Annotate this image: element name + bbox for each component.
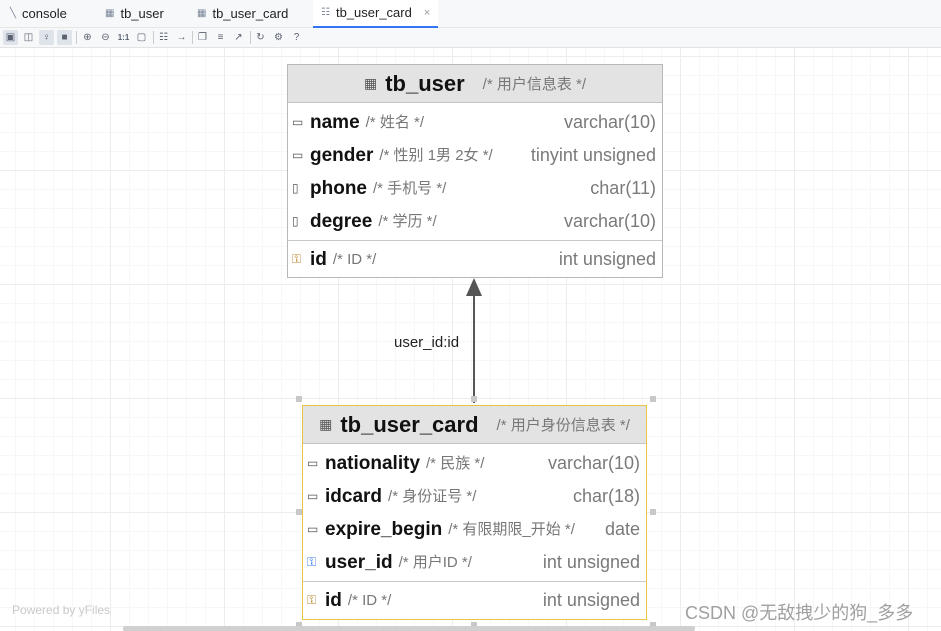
table-comment: /* 用户身份信息表 */ bbox=[496, 417, 630, 434]
column-row[interactable]: ▯ degree /* 学历 */ varchar(10) bbox=[288, 205, 662, 238]
resize-handle[interactable] bbox=[296, 396, 302, 402]
primary-key-icon: ⚿ bbox=[292, 252, 302, 266]
resize-handle[interactable] bbox=[471, 396, 477, 402]
column-name: nationality bbox=[325, 453, 421, 474]
column-name: degree bbox=[310, 211, 373, 232]
yfiles-watermark: Powered by yFiles bbox=[12, 603, 111, 617]
column-type: date bbox=[604, 519, 640, 539]
table-comment: /* 用户信息表 */ bbox=[482, 76, 587, 93]
resize-handle[interactable] bbox=[296, 509, 302, 515]
column-row[interactable]: ⚿ user_id /* 用户ID */ int unsigned bbox=[303, 546, 646, 579]
column-row[interactable]: ▭ nationality /* 民族 */ varchar(10) bbox=[303, 447, 646, 480]
column-type: tinyint unsigned bbox=[530, 145, 656, 165]
column-type: int unsigned bbox=[558, 249, 656, 269]
column-type: varchar(10) bbox=[563, 211, 656, 231]
column-comment: /* 用户ID */ bbox=[398, 554, 472, 571]
key-divider bbox=[303, 581, 646, 582]
column-name: phone bbox=[310, 178, 367, 199]
key-row[interactable]: ⚿ id /* ID */ int unsigned bbox=[303, 584, 646, 617]
column-name: id bbox=[325, 590, 342, 611]
column-type: varchar(10) bbox=[547, 453, 640, 473]
column-comment: /* ID */ bbox=[332, 251, 377, 268]
resize-handle[interactable] bbox=[650, 509, 656, 515]
column-comment: /* 学历 */ bbox=[378, 213, 437, 230]
column-name: id bbox=[310, 249, 327, 270]
column-name: name bbox=[310, 112, 360, 133]
foreign-key-icon: ⚿ bbox=[307, 555, 317, 569]
column-comment: /* 姓名 */ bbox=[365, 114, 424, 131]
entity-tb-user-card[interactable]: ▦ tb_user_card /* 用户身份信息表 */ ▭ nationali… bbox=[302, 405, 647, 620]
relation-label: user_id:id bbox=[394, 334, 460, 351]
column-type: char(11) bbox=[590, 178, 656, 198]
column-icon: ▭ bbox=[292, 115, 304, 129]
primary-key-icon: ⚿ bbox=[307, 593, 317, 607]
column-type: int unsigned bbox=[542, 590, 640, 610]
table-name: tb_user bbox=[385, 70, 465, 96]
column-name: gender bbox=[310, 145, 374, 166]
csdn-credit: CSDN @无敌拽少的狗_多多 bbox=[685, 603, 914, 623]
column-type: varchar(10) bbox=[563, 112, 656, 132]
key-divider bbox=[288, 240, 662, 241]
column-name: user_id bbox=[325, 552, 393, 573]
column-icon: ▭ bbox=[307, 456, 319, 470]
key-row[interactable]: ⚿ id /* ID */ int unsigned bbox=[288, 243, 662, 276]
horizontal-scrollbar[interactable] bbox=[123, 626, 695, 631]
column-comment: /* 民族 */ bbox=[426, 455, 485, 472]
column-comment: /* 性别 1男 2女 */ bbox=[379, 147, 493, 164]
column-row[interactable]: ▭ name /* 姓名 */ varchar(10) bbox=[288, 106, 662, 139]
entity-header: ▦ tb_user_card /* 用户身份信息表 */ bbox=[303, 406, 646, 444]
table-name: tb_user_card bbox=[340, 411, 479, 437]
column-row[interactable]: ▭ gender /* 性别 1男 2女 */ tinyint unsigned bbox=[288, 139, 662, 172]
column-row[interactable]: ▭ expire_begin /* 有限期限_开始 */ date bbox=[303, 513, 646, 546]
column-icon: ▭ bbox=[307, 489, 319, 503]
column-type: char(18) bbox=[572, 486, 640, 506]
column-icon: ▭ bbox=[292, 148, 304, 162]
arrowhead-icon bbox=[466, 278, 482, 296]
table-icon: ▦ bbox=[363, 75, 378, 91]
column-type: int unsigned bbox=[542, 552, 640, 572]
column-icon: ▭ bbox=[307, 522, 319, 536]
resize-handle[interactable] bbox=[650, 396, 656, 402]
column-comment: /* 身份证号 */ bbox=[388, 488, 477, 505]
column-row[interactable]: ▭ idcard /* 身份证号 */ char(18) bbox=[303, 480, 646, 513]
column-comment: /* 手机号 */ bbox=[373, 180, 447, 197]
column-row[interactable]: ▯ phone /* 手机号 */ char(11) bbox=[288, 172, 662, 205]
entity-tb-user[interactable]: ▦ tb_user /* 用户信息表 */ ▭ name /* 姓名 */ va… bbox=[287, 64, 663, 278]
column-icon: ▯ bbox=[292, 214, 299, 228]
column-comment: /* 有限期限_开始 */ bbox=[448, 521, 575, 538]
column-comment: /* ID */ bbox=[347, 592, 392, 609]
column-name: idcard bbox=[325, 486, 383, 507]
table-icon: ▦ bbox=[319, 416, 333, 432]
column-icon: ▯ bbox=[292, 181, 299, 195]
column-name: expire_begin bbox=[325, 519, 443, 540]
entity-header: ▦ tb_user /* 用户信息表 */ bbox=[288, 65, 662, 103]
